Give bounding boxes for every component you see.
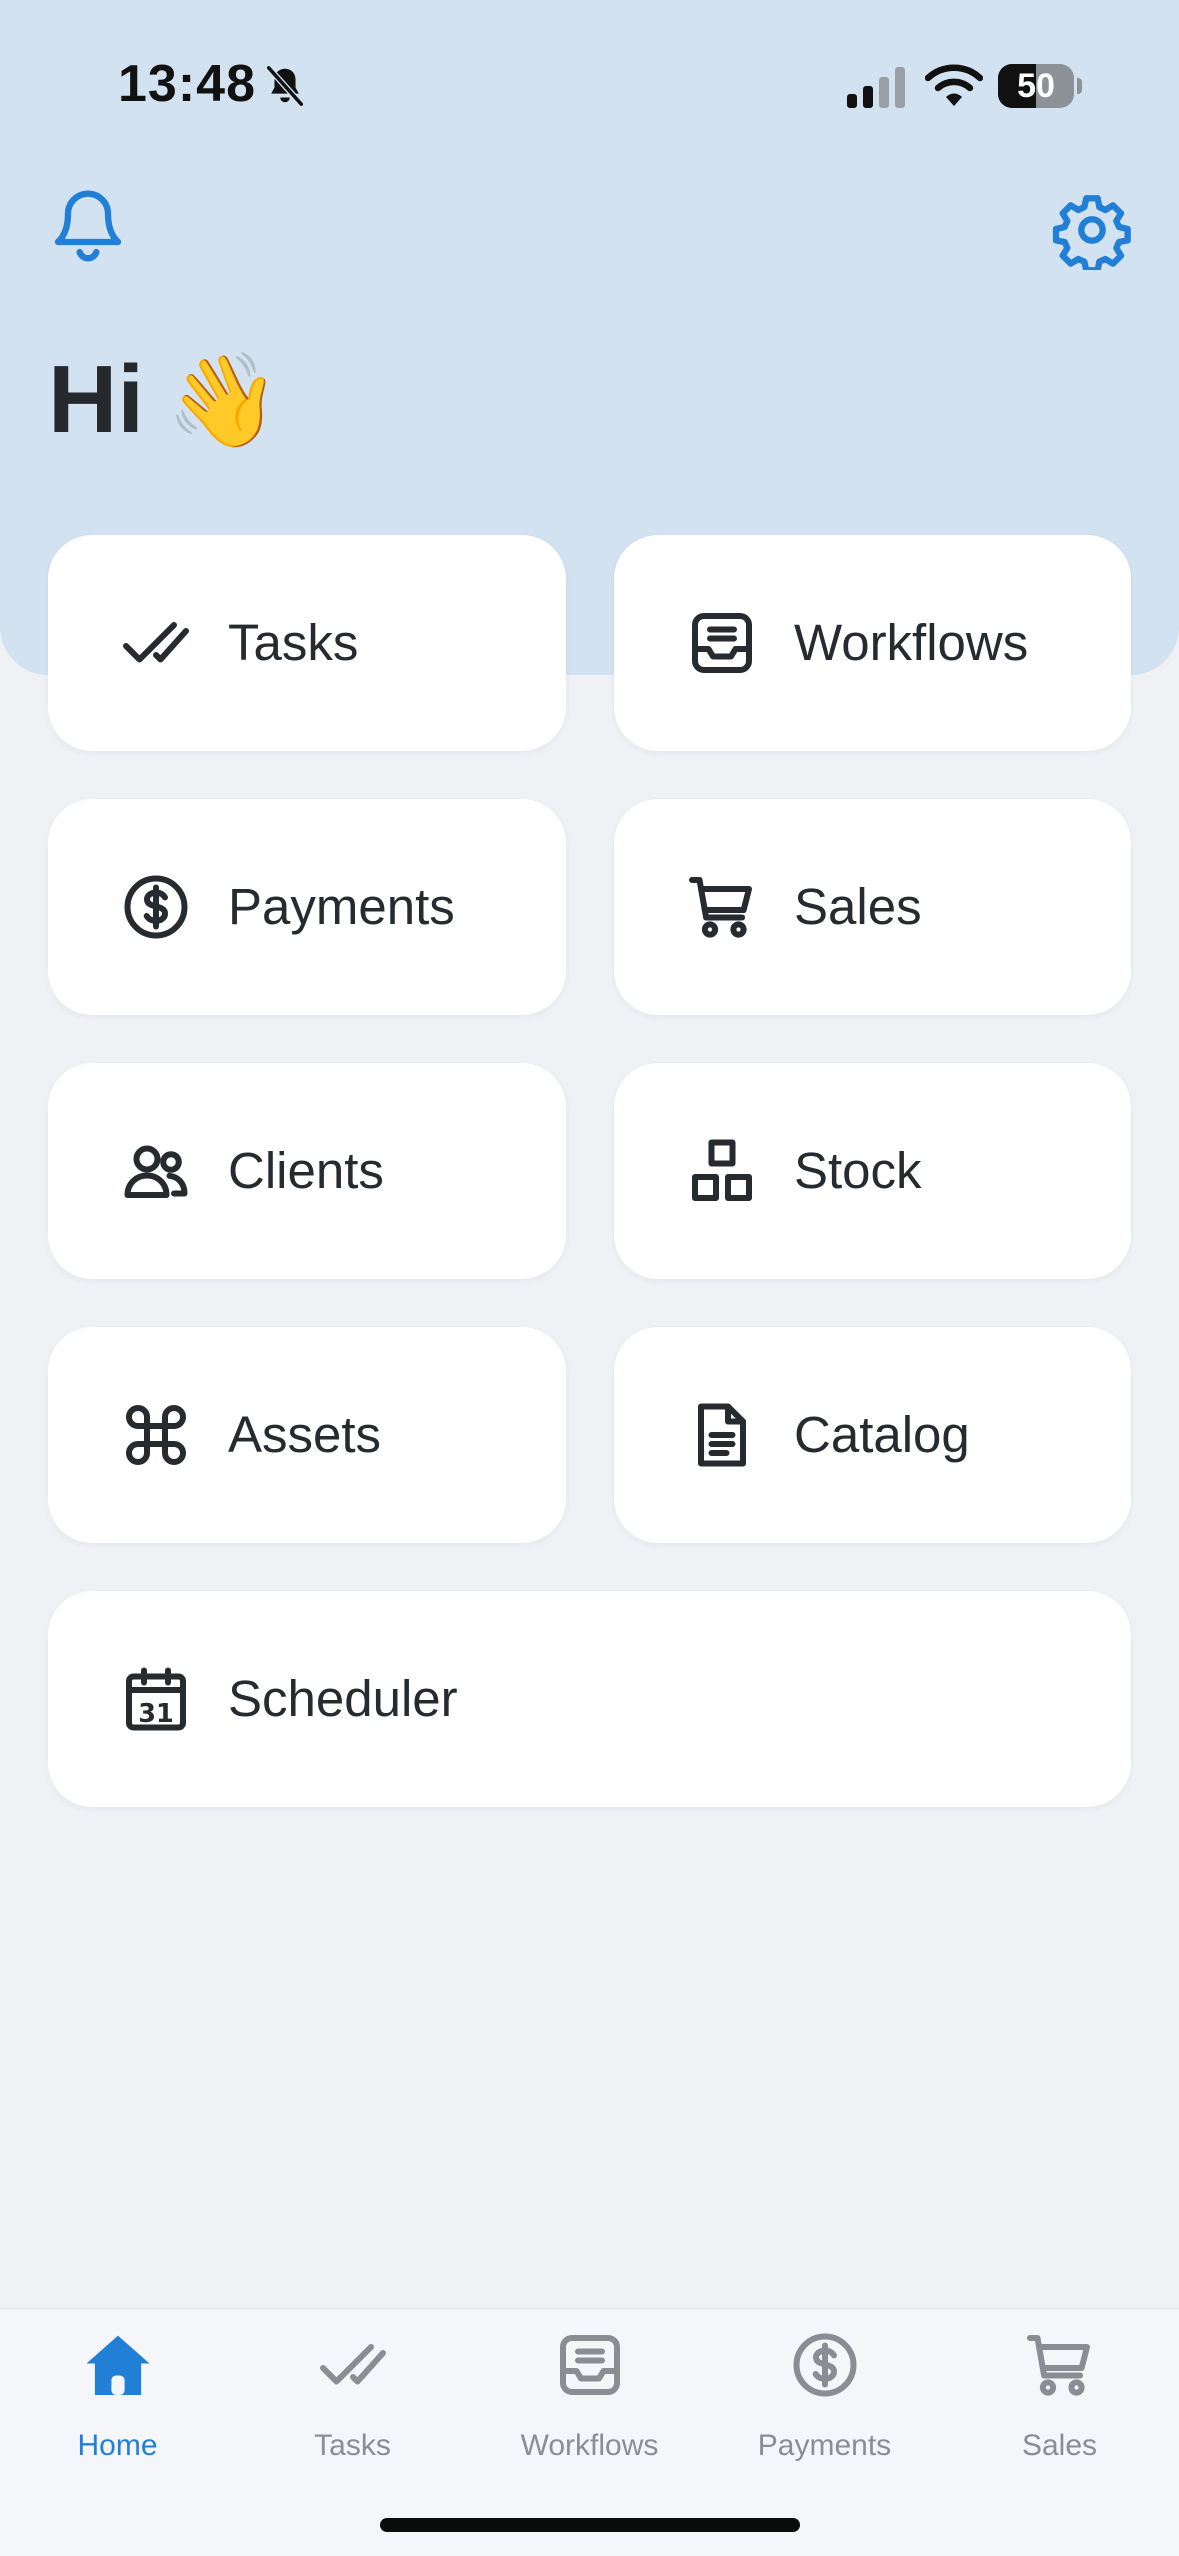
inbox-icon — [560, 2335, 620, 2395]
tile-scheduler[interactable]: 31 Scheduler — [48, 1591, 1131, 1807]
tile-label: Scheduler — [228, 1670, 458, 1727]
tile-payments[interactable]: Payments — [48, 799, 566, 1015]
bell-icon[interactable] — [48, 184, 128, 270]
tile-label: Clients — [228, 1142, 384, 1199]
cart-icon — [689, 877, 752, 938]
cellular-signal-icon — [847, 67, 905, 108]
battery-level: 50 — [1017, 67, 1055, 105]
home-icon — [86, 2335, 150, 2395]
checkmark-icon — [123, 622, 189, 663]
tab-tasks[interactable]: Tasks — [235, 2309, 470, 2489]
document-icon — [698, 1403, 746, 1467]
tile-label: Workflows — [794, 614, 1029, 671]
tile-assets[interactable]: Assets — [48, 1327, 566, 1543]
svg-text:31: 31 — [138, 1699, 174, 1729]
tile-tasks[interactable]: Tasks — [48, 535, 566, 751]
tile-stock[interactable]: Stock — [614, 1063, 1131, 1279]
tab-workflows[interactable]: Workflows — [472, 2309, 707, 2489]
tab-label: Payments — [757, 2429, 892, 2462]
tile-label: Sales — [794, 878, 922, 935]
tile-workflows[interactable]: Workflows — [614, 535, 1131, 751]
tile-sales[interactable]: Sales — [614, 799, 1131, 1015]
tab-label: Sales — [1021, 2429, 1098, 2462]
greeting-text: Hi — [48, 346, 144, 453]
tab-label: Workflows — [520, 2429, 659, 2462]
boxes-icon — [692, 1139, 752, 1201]
tab-payments[interactable]: Payments — [707, 2309, 942, 2489]
greeting-title: Hi 👋 — [48, 340, 281, 461]
tile-label: Catalog — [794, 1406, 970, 1463]
tile-label: Payments — [228, 878, 455, 935]
wifi-icon — [925, 64, 983, 106]
dollar-circle-icon — [793, 2333, 857, 2397]
calendar-icon: 31 — [126, 1667, 186, 1731]
status-bar: 13:48 50 — [0, 0, 1179, 140]
tab-label: Home — [77, 2429, 158, 2462]
battery-icon: 50 — [998, 64, 1082, 108]
waving-hand-emoji: 👋 — [166, 350, 281, 452]
tab-sales[interactable]: Sales — [942, 2309, 1177, 2489]
tab-label: Tasks — [314, 2429, 391, 2462]
home-indicator — [380, 2518, 800, 2532]
silent-mode-icon — [265, 64, 305, 108]
tile-clients[interactable]: Clients — [48, 1063, 566, 1279]
cart-icon — [1027, 2335, 1090, 2396]
home-screen: 13:48 50 Hi 👋 Tasks Workflows Payments S… — [0, 0, 1179, 2556]
inbox-icon — [692, 613, 752, 673]
users-icon — [124, 1145, 188, 1198]
status-time: 13:48 — [118, 55, 256, 113]
tile-label: Assets — [228, 1406, 382, 1463]
tile-catalog[interactable]: Catalog — [614, 1327, 1131, 1543]
tab-home[interactable]: Home — [0, 2309, 235, 2489]
tile-label: Stock — [794, 1142, 922, 1199]
dollar-circle-icon — [124, 875, 188, 939]
tile-label: Tasks — [228, 614, 359, 671]
gear-icon[interactable] — [1052, 190, 1132, 270]
checkmark-icon — [320, 2344, 386, 2385]
command-icon — [126, 1405, 186, 1465]
